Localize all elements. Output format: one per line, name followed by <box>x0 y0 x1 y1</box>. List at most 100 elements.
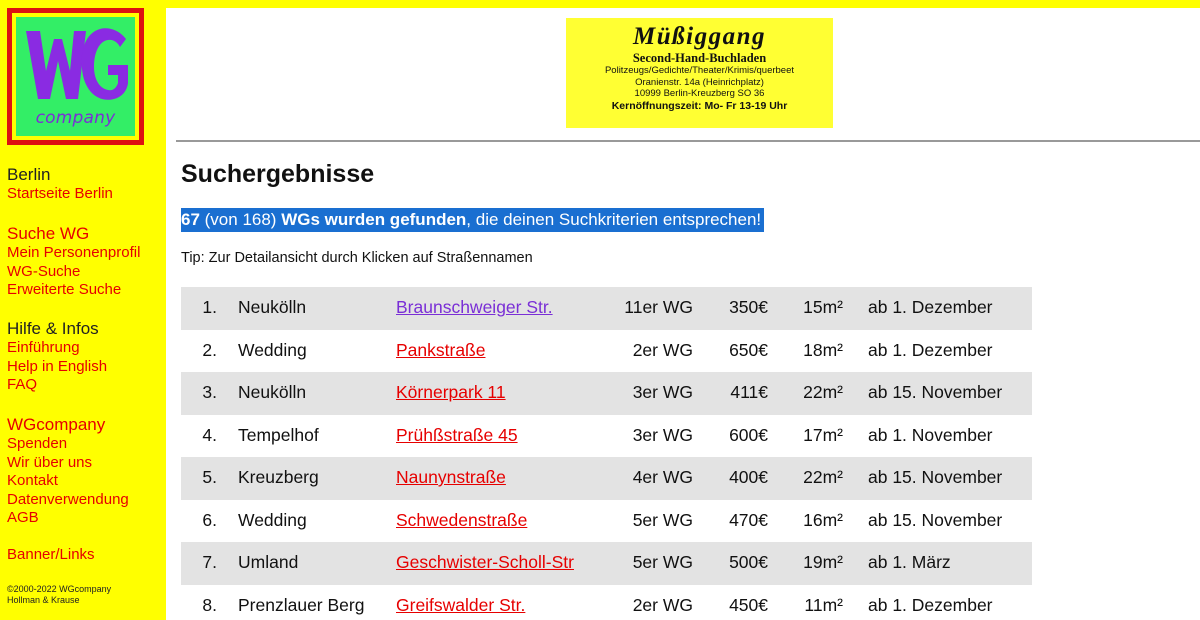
row-price: 350€ <box>729 297 768 317</box>
row-available-date: ab 1. Dezember <box>868 339 993 360</box>
wgcompany-logo[interactable]: company <box>7 8 144 145</box>
table-row: 6. Wedding Schwedenstraße 5er WG 470€ 16m² ab … <box>181 500 1032 543</box>
logo-background: company <box>16 17 135 136</box>
row-street-link[interactable]: Schwedenstraße <box>396 510 527 531</box>
row-street-link[interactable]: Braunschweiger Str. <box>396 297 553 318</box>
nav-link-kontakt[interactable]: Kontakt <box>7 472 129 491</box>
row-size: 18m² <box>803 339 843 360</box>
ad-banner[interactable]: Müßiggang Second-Hand-Buchladen Politzeu… <box>566 18 833 128</box>
logo-wg-mark <box>26 28 128 100</box>
nav-link-einfuehrung[interactable]: Einführung <box>7 339 107 358</box>
nav-link-wir-ueber-uns[interactable]: Wir über uns <box>7 454 129 473</box>
result-count: 67 <box>181 210 200 229</box>
row-available-date: ab 15. November <box>868 382 1003 402</box>
row-number: 3. <box>202 382 217 402</box>
logo-frame: company <box>12 13 139 140</box>
banner-title: Müßiggang <box>633 23 766 50</box>
row-size: 22m² <box>803 382 843 402</box>
nav-link-erweiterte-suche[interactable]: Erweiterte Suche <box>7 281 140 300</box>
row-street-link[interactable]: Pankstraße <box>396 340 485 361</box>
page-title: Suchergebnisse <box>181 160 375 188</box>
row-street-link[interactable]: Geschwister-Scholl-Str <box>396 552 574 573</box>
row-wg-type: 5er WG <box>632 552 693 572</box>
row-price: 470€ <box>729 509 768 530</box>
copyright: ©2000-2022 WGcompany Hollman & Krause <box>7 584 111 606</box>
row-available-date: ab 1. November <box>868 424 993 445</box>
banner-line-2: Oranienstr. 14a (Heinrichplatz) <box>635 76 764 88</box>
table-row: 7. Umland Geschwister-Scholl-Str 5er WG 500€… <box>181 542 1032 585</box>
banner-line-3: 10999 Berlin-Kreuzberg SO 36 <box>634 88 765 99</box>
row-district: Prenzlauer Berg <box>238 594 365 615</box>
nav-link-faq[interactable]: FAQ <box>7 376 107 395</box>
row-price: 600€ <box>729 424 768 445</box>
nav-link-personenprofil[interactable]: Mein Personenprofil <box>7 244 140 263</box>
tip-text: Tip: Zur Detailansicht durch Klicken auf… <box>181 250 533 266</box>
row-available-date: ab 15. November <box>868 467 1003 487</box>
result-total: (von 168) <box>199 210 282 229</box>
row-wg-type: 11er WG <box>624 297 693 317</box>
main-content: Müßiggang Second-Hand-Buchladen Politzeu… <box>166 8 1200 620</box>
result-summary: 67 (von 168) WGs wurden gefunden, die de… <box>181 208 765 232</box>
nav-heading-suche-wg[interactable]: Suche WG <box>7 224 140 244</box>
nav-link-spenden[interactable]: Spenden <box>7 435 129 454</box>
nav-group-suche-wg: Suche WG Mein Personenprofil WG-Suche Er… <box>7 224 140 300</box>
nav-heading-wgcompany[interactable]: WGcompany <box>7 415 129 435</box>
table-row: 4. Tempelhof Prühßstraße 45 3er WG 600€ 17m² a… <box>181 415 1032 458</box>
row-available-date: ab 1. März <box>868 552 951 572</box>
table-row: 5. Kreuzberg Naunynstraße 4er WG 400€ 22m² ab … <box>181 457 1032 500</box>
table-row: 8. Prenzlauer Berg Greifswalder Str. 2er WG… <box>181 585 1032 620</box>
row-number: 4. <box>202 424 217 445</box>
copyright-line-2: Hollman & Krause <box>7 595 80 605</box>
row-size: 19m² <box>803 552 843 572</box>
row-wg-type: 5er WG <box>632 509 693 530</box>
row-available-date: ab 1. Dezember <box>868 297 993 317</box>
row-district: Umland <box>238 552 299 572</box>
row-number: 7. <box>202 552 217 572</box>
banner-line-1: Politzeugs/Gedichte/Theater/Krimis/querb… <box>604 65 795 76</box>
nav-link-help-english[interactable]: Help in English <box>7 358 107 377</box>
nav-heading-berlin: Berlin <box>7 165 51 184</box>
row-street-link[interactable]: Prühßstraße 45 <box>396 425 518 446</box>
row-price: 650€ <box>729 339 768 360</box>
row-size: 22m² <box>803 467 843 487</box>
row-size: 17m² <box>803 424 843 445</box>
banner-subtitle: Second-Hand-Buchladen <box>632 51 767 65</box>
row-district: Tempelhof <box>238 424 319 445</box>
nav-group-berlin: Berlin Startseite Berlin <box>7 165 113 204</box>
row-wg-type: 3er WG <box>632 424 693 445</box>
results-table: 1. Neukölln Braunschweiger Str. 11er WG 350€… <box>181 287 1032 620</box>
table-row: 3. Neukölln Körnerpark 11 3er WG 411€ 22m² ab … <box>181 372 1032 415</box>
row-price: 450€ <box>729 594 768 615</box>
row-street-link[interactable]: Greifswalder Str. <box>396 595 525 616</box>
sidebar: company Berlin Startseite Berlin Suche W… <box>0 0 166 620</box>
row-price: 400€ <box>729 467 768 487</box>
nav-link-agb[interactable]: AGB <box>7 509 129 528</box>
row-district: Kreuzberg <box>238 467 319 487</box>
table-row: 1. Neukölln Braunschweiger Str. 11er WG 350€… <box>181 287 1032 330</box>
nav-link-datenverwendung[interactable]: Datenverwendung <box>7 491 129 510</box>
nav-group-wgcompany: WGcompany Spenden Wir über uns Kontakt D… <box>7 415 129 528</box>
row-wg-type: 2er WG <box>632 594 693 615</box>
row-available-date: ab 1. Dezember <box>868 594 993 615</box>
nav-link-banner-links[interactable]: Banner/Links <box>7 546 95 565</box>
nav-group-hilfe: Hilfe & Infos Einführung Help in English… <box>7 319 107 395</box>
row-wg-type: 2er WG <box>632 339 693 360</box>
nav-heading-hilfe: Hilfe & Infos <box>7 319 99 338</box>
row-wg-type: 3er WG <box>632 382 693 402</box>
nav-link-wg-suche[interactable]: WG-Suche <box>7 263 140 282</box>
row-size: 11m² <box>804 594 843 615</box>
row-available-date: ab 15. November <box>868 509 1003 530</box>
row-street-link[interactable]: Naunynstraße <box>396 467 506 488</box>
banner-hours: Kernöffnungszeit: Mo- Fr 13-19 Uhr <box>611 99 788 112</box>
nav-link-startseite-berlin[interactable]: Startseite Berlin <box>7 185 113 204</box>
row-price: 411€ <box>730 382 768 402</box>
row-district: Wedding <box>238 339 307 360</box>
row-district: Neukölln <box>238 382 307 402</box>
row-district: Wedding <box>238 509 307 530</box>
row-street-link[interactable]: Körnerpark 11 <box>396 382 506 403</box>
row-number: 5. <box>202 467 217 487</box>
row-district: Neukölln <box>238 297 307 317</box>
divider <box>176 140 1200 142</box>
logo-company-text: company <box>35 108 116 128</box>
row-number: 2. <box>202 339 217 360</box>
